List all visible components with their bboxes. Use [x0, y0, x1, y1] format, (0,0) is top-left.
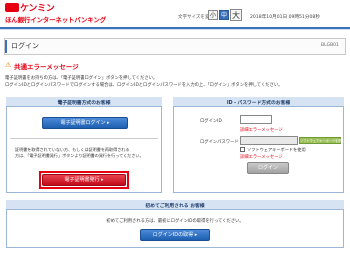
- warning-icon: ⚠: [5, 61, 12, 69]
- instruction-text: ログインIDとログインパスワードでログインする場合は、ログインIDとログインパス…: [5, 83, 283, 88]
- chevron-right-icon: ▸: [107, 120, 110, 126]
- font-size-medium-button[interactable]: 中: [219, 10, 229, 20]
- certificate-login-label: 電子証明書ログイン: [60, 120, 106, 126]
- divider: [10, 138, 158, 139]
- bank-name: ほん銀行インターネットバンキング: [5, 16, 106, 24]
- header-divider-shadow: [0, 29, 350, 30]
- font-size-large-button[interactable]: 大: [230, 9, 242, 21]
- password-label: ログインパスワード: [200, 140, 239, 145]
- current-datetime: 2018年10月01日 09時51分08秒: [250, 15, 320, 20]
- error-message-title: 共通エラーメッセージ: [14, 63, 79, 71]
- obtain-login-id-button[interactable]: ログインIDの取得 ▸: [140, 229, 210, 241]
- logo-mark-icon: [5, 3, 19, 12]
- login-id-label: ログインID: [200, 119, 222, 124]
- login-button[interactable]: ログイン: [247, 162, 289, 174]
- font-size-small-button[interactable]: 小: [208, 10, 218, 20]
- software-keyboard-button[interactable]: ソフトウェアキーボードを開く: [299, 137, 345, 144]
- page-title: ログイン: [11, 42, 39, 50]
- login-id-input[interactable]: [240, 115, 272, 124]
- instruction-text: 電子証明書をお持ちの方は、「電子証明書ログイン」ボタンを押してください。: [5, 76, 158, 81]
- certificate-login-button[interactable]: 電子証明書ログイン ▸: [42, 117, 128, 129]
- password-input[interactable]: [240, 136, 298, 145]
- first-time-panel-title: 初めてご利用される お客様: [145, 204, 205, 209]
- certificate-issue-button[interactable]: 電子証明書発行 ▸: [42, 174, 126, 186]
- title-accent: [5, 40, 7, 53]
- certificate-panel-title: 電子証明書方式のお客様: [57, 101, 111, 106]
- login-id-error: 詳細エラーメッセージ: [240, 128, 283, 133]
- obtain-login-id-label: ログインIDの取得: [152, 232, 194, 238]
- password-error: 詳細エラーメッセージ: [240, 155, 283, 160]
- id-password-panel-title: ID・パスワード方式のお客様: [226, 101, 291, 106]
- chevron-right-icon: ▸: [101, 177, 104, 183]
- software-keyboard-checkbox-label: ソフトウェアキーボードを使用: [247, 147, 306, 152]
- first-time-description: 初めてご利用される方は、最初にログインIDの取得を行ってください。: [106, 219, 244, 224]
- id-password-login-panel: [173, 97, 344, 193]
- certificate-issue-label: 電子証明書発行: [64, 177, 100, 183]
- page-title-bar: [4, 38, 346, 55]
- chevron-right-icon: ▸: [194, 232, 198, 238]
- software-keyboard-checkbox[interactable]: [240, 147, 245, 152]
- logo: ケンミン: [20, 4, 55, 14]
- screen-id: BLGB01: [321, 43, 339, 48]
- certificate-note: 方は、「電子証明書発行」ボタンより証明書の発行を行ってください。: [15, 153, 144, 158]
